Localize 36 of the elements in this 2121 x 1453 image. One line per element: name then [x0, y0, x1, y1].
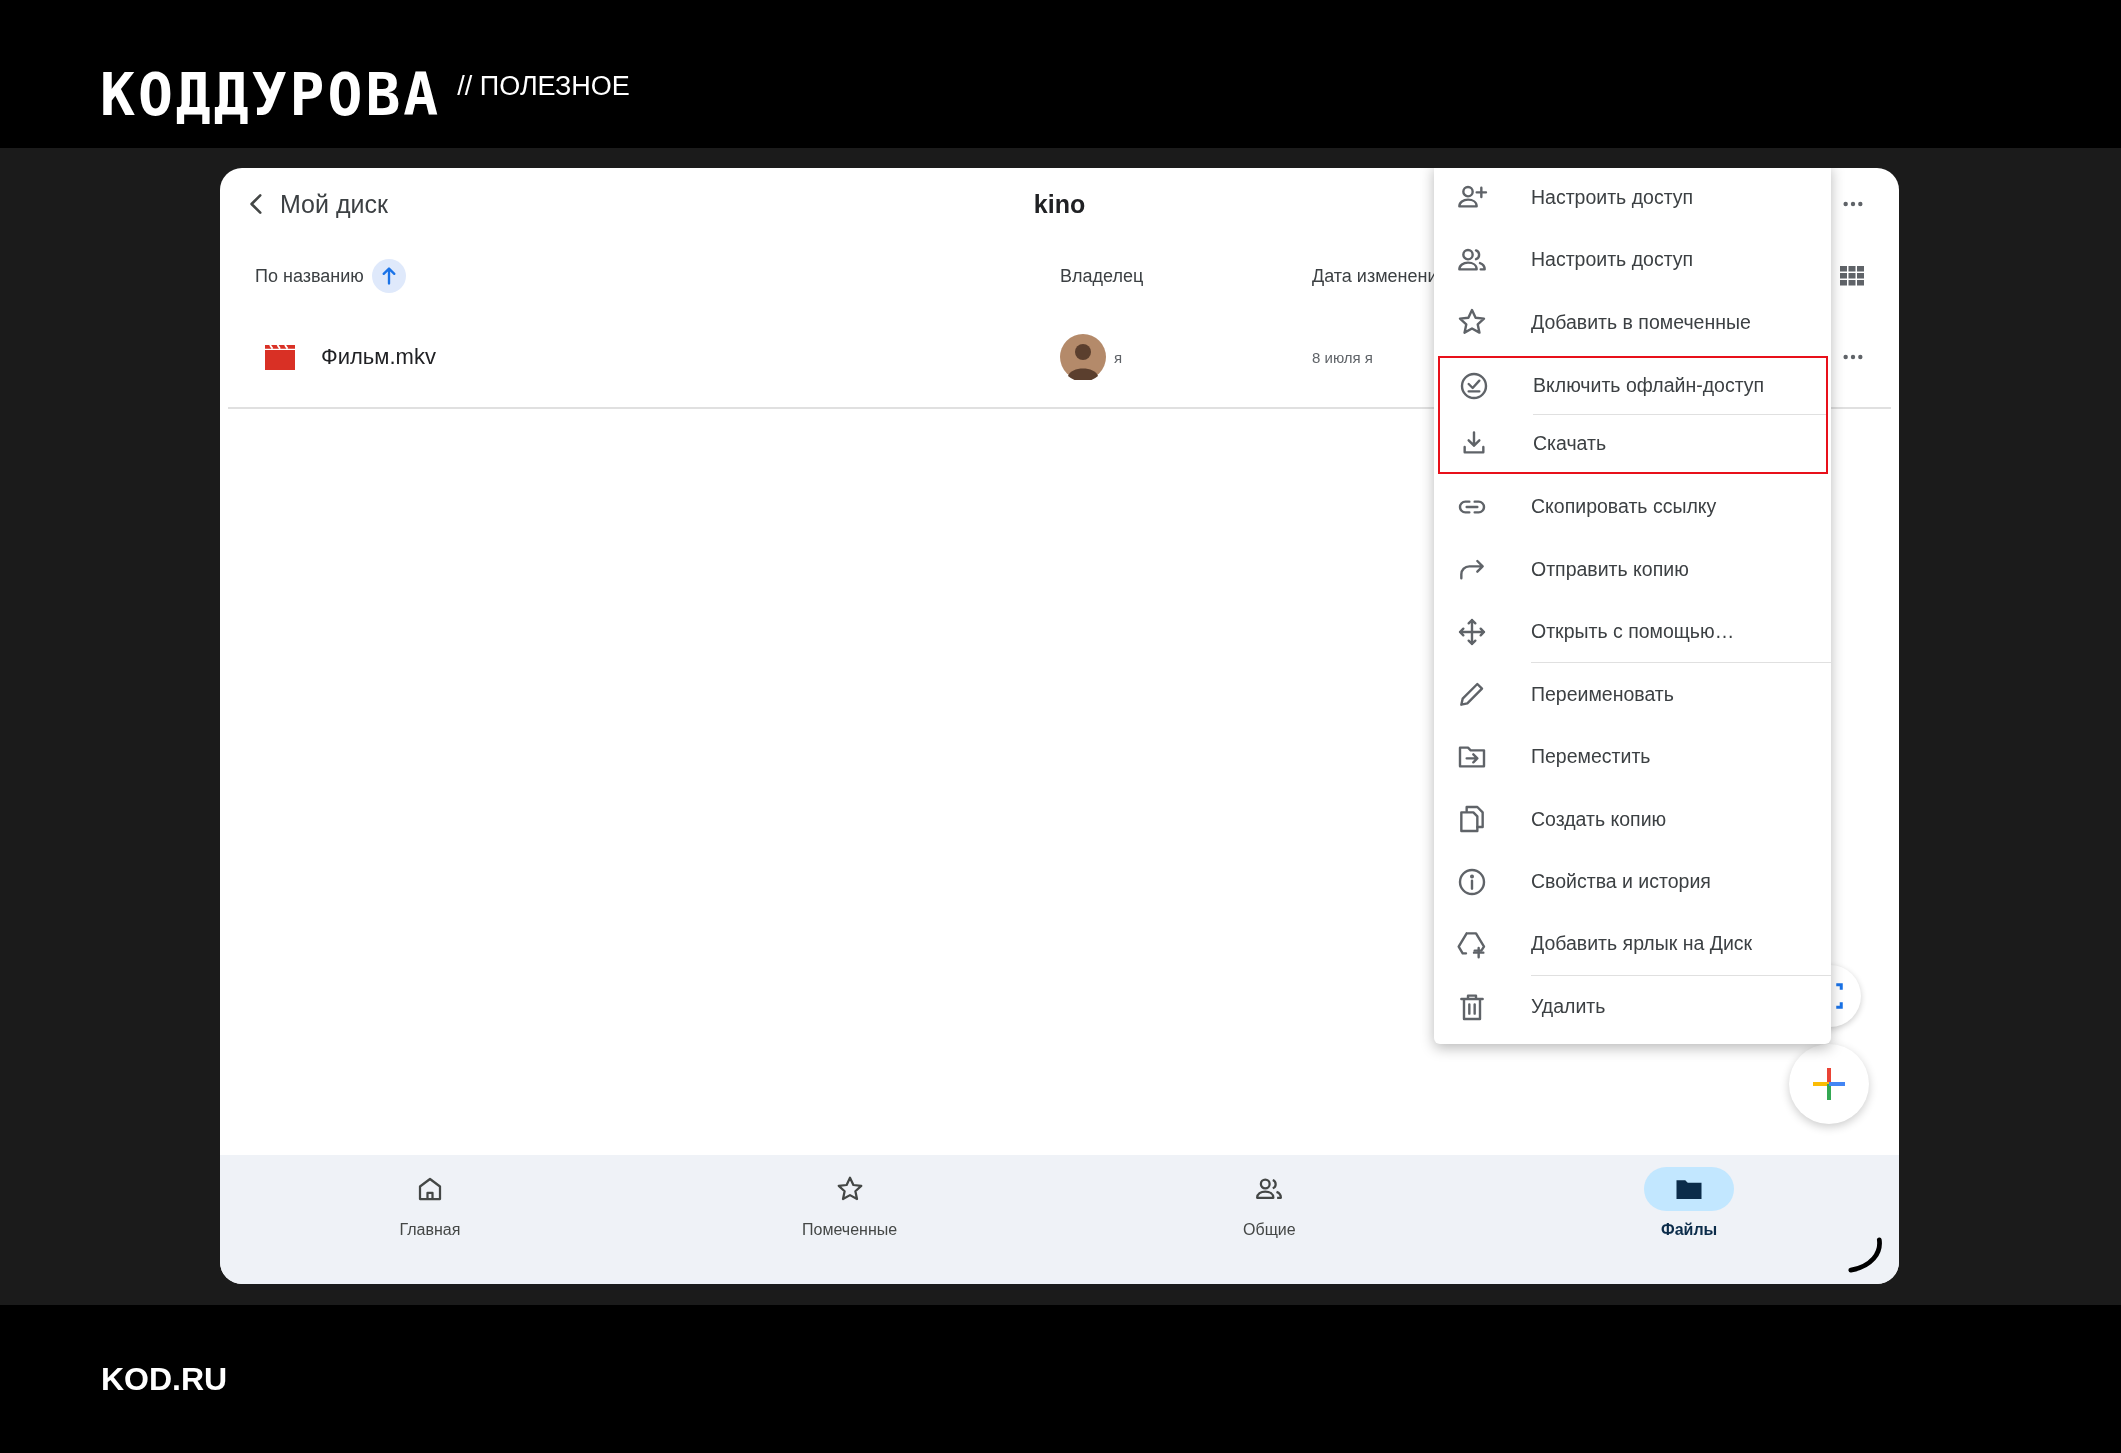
nav-tab[interactable]: Помеченные — [639, 1155, 1060, 1284]
menu-item[interactable]: Добавить ярлык на Диск — [1434, 913, 1831, 976]
menu-item[interactable]: Скачать — [1440, 414, 1826, 472]
modified-date: 8 июля я — [1312, 348, 1373, 366]
corner-arc-icon — [1847, 1236, 1885, 1274]
site-name: KOD.RU — [101, 1360, 228, 1398]
grid-view-icon[interactable] — [1840, 266, 1864, 286]
column-header[interactable]: Владелец — [1060, 258, 1312, 294]
menu-item[interactable]: Отправить копию — [1434, 538, 1831, 601]
menu-item[interactable]: Свойства и история — [1434, 850, 1831, 913]
more-icon[interactable] — [1842, 200, 1864, 208]
plus-icon — [1811, 1066, 1847, 1102]
section-label: // ПОЛЕЗНОЕ — [457, 71, 630, 102]
menu-item[interactable]: Добавить в помеченные — [1434, 291, 1831, 354]
brand-logo: КОДДУРОВА — [100, 66, 442, 124]
nav-tab[interactable]: Главная — [220, 1155, 640, 1284]
menu-item[interactable]: Открыть с помощью… — [1434, 600, 1831, 663]
menu-item[interactable]: Переименовать — [1434, 663, 1831, 726]
video-file-icon — [265, 344, 295, 370]
menu-item[interactable]: Включить офлайн-доступ — [1440, 357, 1826, 415]
folder-title: kino — [1033, 189, 1086, 219]
more-icon[interactable] — [1842, 353, 1864, 361]
back-button[interactable]: Мой диск — [238, 185, 394, 223]
nav-tab[interactable]: Общие — [1059, 1155, 1480, 1284]
menu-item[interactable]: Скопировать ссылку — [1434, 475, 1831, 538]
menu-item[interactable]: Настроить доступ — [1434, 168, 1831, 229]
menu-item[interactable]: Создать копию — [1434, 788, 1831, 851]
owner-text: я — [1114, 348, 1123, 366]
new-button[interactable] — [1789, 1044, 1869, 1124]
avatar — [1060, 334, 1106, 380]
menu-item[interactable]: Переместить — [1434, 725, 1831, 788]
file-name[interactable]: Фильм.mkv — [321, 344, 436, 370]
check-circle-icon — [1458, 370, 1490, 402]
column-header[interactable]: По названию — [255, 258, 1060, 294]
menu-item[interactable]: Удалить — [1434, 975, 1831, 1038]
nav-tab[interactable]: Файлы — [1479, 1155, 1899, 1284]
